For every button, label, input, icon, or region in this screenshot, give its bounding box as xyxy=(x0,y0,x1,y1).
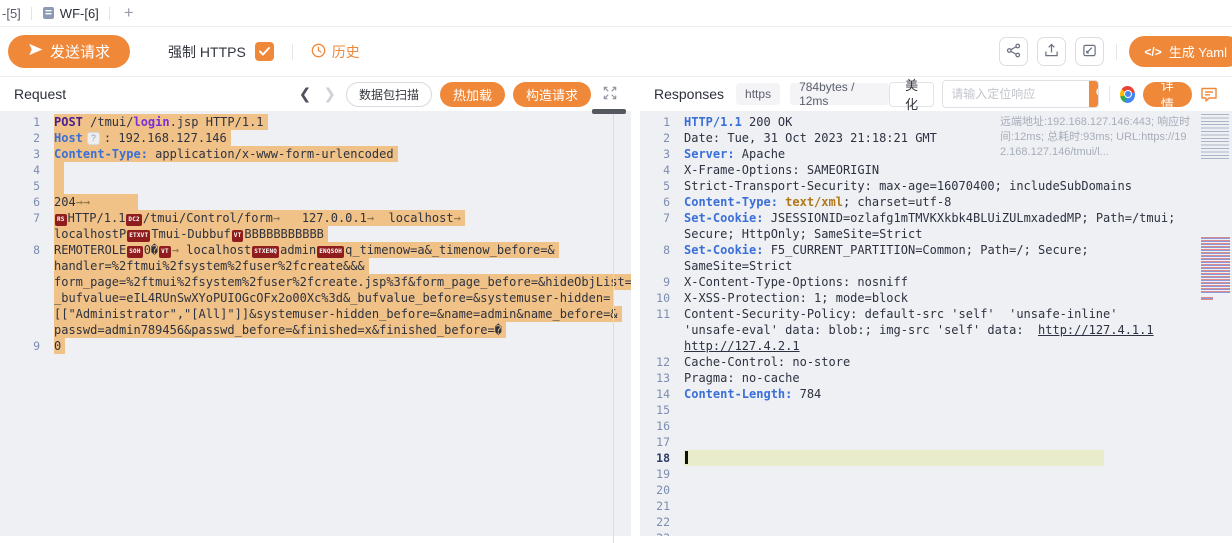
toolbar-right: </> 生成 Yaml xyxy=(999,36,1232,67)
main-area: Request ❮︎ ❯︎ 数据包扫描 热加载 构造请求 1POST /tmui… xyxy=(0,77,1232,543)
tab-wf-6[interactable]: WF-[6] xyxy=(32,0,109,26)
request-header-actions: ❮︎ ❯︎ 数据包扫描 热加载 构造请求 xyxy=(297,82,617,107)
send-label: 发送请求 xyxy=(50,41,110,62)
protocol-badge: https xyxy=(736,83,780,105)
request-panel: Request ❮︎ ❯︎ 数据包扫描 热加载 构造请求 1POST /tmui… xyxy=(0,77,631,543)
request-scrollbar-thumb[interactable] xyxy=(592,109,626,114)
share-icon xyxy=(1006,43,1021,61)
code-icon: </> xyxy=(1144,45,1161,59)
edit-icon xyxy=(1082,43,1097,61)
edit-button[interactable] xyxy=(1075,37,1104,66)
comment-icon[interactable] xyxy=(1200,86,1218,103)
add-tab-button[interactable]: + xyxy=(110,0,148,26)
tab-label: WF-[6] xyxy=(60,6,99,21)
search-icon xyxy=(1095,86,1098,102)
toolbar-separator xyxy=(1116,44,1117,60)
export-button[interactable] xyxy=(1037,37,1066,66)
search-box xyxy=(942,80,1098,108)
beautify-button[interactable]: 美化 xyxy=(889,82,934,107)
request-editor[interactable]: 1POST /tmui/login.jsp HTTP/1.12Host?: 19… xyxy=(0,111,631,536)
generate-yaml-label: 生成 Yaml xyxy=(1169,42,1227,61)
send-request-button[interactable]: 发送请求 xyxy=(8,35,130,68)
search-button[interactable] xyxy=(1089,81,1098,107)
share-button[interactable] xyxy=(999,37,1028,66)
minimap-body-tail xyxy=(1201,297,1213,300)
minimap-headers xyxy=(1201,114,1229,160)
response-meta-info: 远端地址:192.168.127.146:443; 响应时间:12ms; 总耗时… xyxy=(1000,115,1192,160)
response-title: Responses xyxy=(654,86,724,102)
tab-wf-5[interactable]: -[5] xyxy=(0,0,31,26)
history-button[interactable]: 历史 xyxy=(311,42,360,62)
toolbar: 发送请求 强制 HTTPS 历史 xyxy=(0,27,1232,77)
details-button[interactable]: 详情 xyxy=(1143,82,1192,107)
next-packet-button[interactable]: ❯︎ xyxy=(321,87,338,102)
tab-bar: -[5] WF-[6] + xyxy=(0,0,1232,27)
history-label: 历史 xyxy=(332,42,360,62)
force-https-label: 强制 HTTPS xyxy=(168,42,246,62)
response-header: Responses https 784bytes / 12ms 美化 xyxy=(640,77,1232,111)
stats-badge: 784bytes / 12ms xyxy=(790,83,889,105)
request-title: Request xyxy=(14,86,66,102)
header-separator xyxy=(1109,86,1110,102)
response-editor[interactable]: 1HTTP/1.1 200 OK2Date: Tue, 31 Oct 2023 … xyxy=(640,111,1232,536)
document-icon xyxy=(42,6,55,20)
request-scrollbar-track xyxy=(613,111,614,543)
chrome-icon[interactable] xyxy=(1120,86,1135,103)
force-https-group: 强制 HTTPS xyxy=(168,42,274,62)
prev-packet-button[interactable]: ❮︎ xyxy=(297,87,314,102)
minimap-body xyxy=(1201,237,1230,293)
minimap[interactable] xyxy=(1199,111,1232,536)
fullscreen-icon[interactable] xyxy=(603,86,617,103)
response-header-actions: 美化 详情 xyxy=(889,80,1218,108)
app-root: -[5] WF-[6] + 发送请求 强制 HTTPS xyxy=(0,0,1232,543)
clock-icon xyxy=(311,43,326,61)
search-input[interactable] xyxy=(943,87,1089,101)
generate-yaml-button[interactable]: </> 生成 Yaml xyxy=(1129,36,1232,67)
export-icon xyxy=(1044,43,1059,61)
packet-scan-button[interactable]: 数据包扫描 xyxy=(346,82,432,107)
hot-reload-button[interactable]: 热加载 xyxy=(440,82,505,107)
toolbar-separator xyxy=(292,44,293,60)
build-request-button[interactable]: 构造请求 xyxy=(513,82,591,107)
response-panel: Responses https 784bytes / 12ms 美化 xyxy=(640,77,1232,543)
request-header: Request ❮︎ ❯︎ 数据包扫描 热加载 构造请求 xyxy=(0,77,631,111)
send-icon xyxy=(28,42,43,61)
force-https-checkbox[interactable] xyxy=(255,42,274,61)
